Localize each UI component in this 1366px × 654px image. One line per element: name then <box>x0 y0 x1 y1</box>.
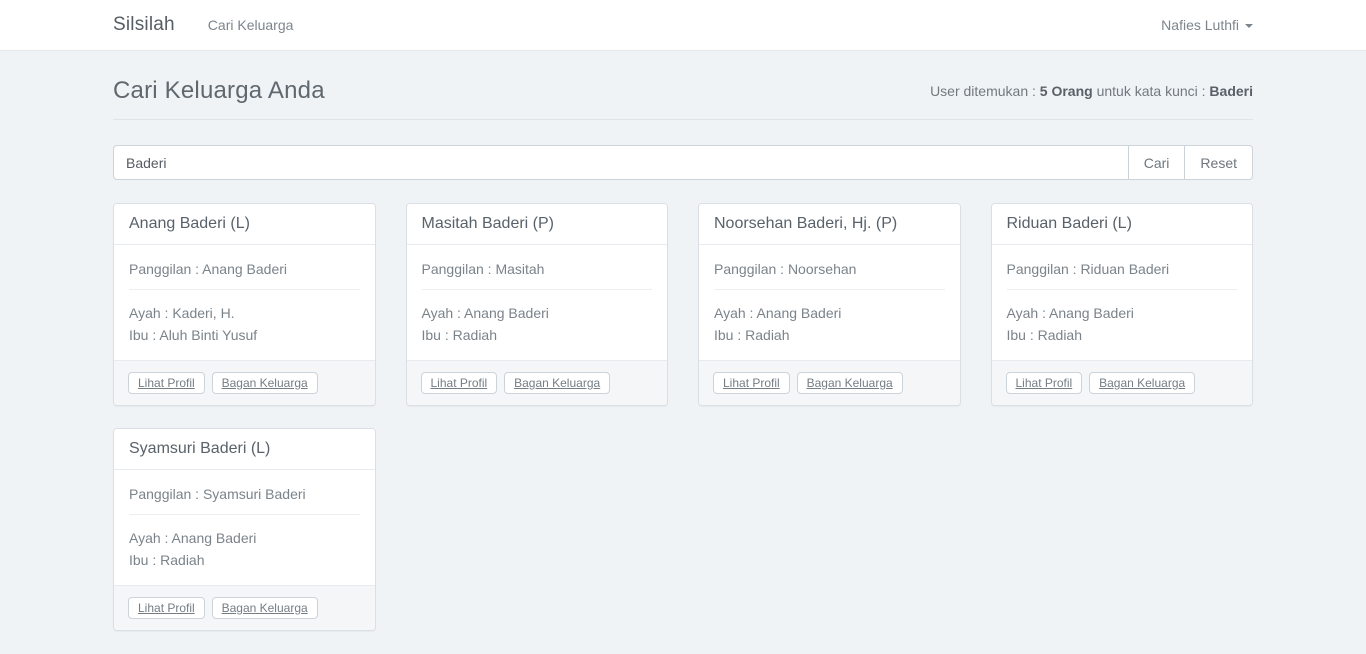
view-profile-button[interactable]: Lihat Profil <box>128 372 205 394</box>
person-name: Noorsehan Baderi, Hj. (P) <box>714 215 945 233</box>
person-card-body: Panggilan : Noorsehan Ayah : Anang Bader… <box>699 245 960 360</box>
person-mother: Ibu : Aluh Binti Yusuf <box>129 324 360 346</box>
view-profile-button[interactable]: Lihat Profil <box>421 372 498 394</box>
search-form: Cari Reset <box>113 145 1253 180</box>
result-card-col: Masitah Baderi (P) Panggilan : Masitah A… <box>391 203 684 406</box>
person-card-header: Noorsehan Baderi, Hj. (P) <box>699 204 960 245</box>
view-profile-button[interactable]: Lihat Profil <box>713 372 790 394</box>
person-father: Ayah : Anang Baderi <box>129 527 360 549</box>
person-card: Noorsehan Baderi, Hj. (P) Panggilan : No… <box>698 203 961 406</box>
person-card-footer: Lihat Profil Bagan Keluarga <box>407 360 668 405</box>
navbar: Silsilah Cari Keluarga Nafies Luthfi <box>0 0 1366 51</box>
person-mother: Ibu : Radiah <box>129 549 360 571</box>
nav-item-cari-keluarga[interactable]: Cari Keluarga <box>208 17 294 33</box>
person-name: Syamsuri Baderi (L) <box>129 440 360 458</box>
person-card-footer: Lihat Profil Bagan Keluarga <box>992 360 1253 405</box>
person-name: Anang Baderi (L) <box>129 215 360 233</box>
result-middle: untuk kata kunci : <box>1093 83 1210 99</box>
person-card-footer: Lihat Profil Bagan Keluarga <box>699 360 960 405</box>
user-dropdown[interactable]: Nafies Luthfi <box>1161 17 1253 33</box>
person-card-body: Panggilan : Riduan Baderi Ayah : Anang B… <box>992 245 1253 360</box>
person-card-body: Panggilan : Anang Baderi Ayah : Kaderi, … <box>114 245 375 360</box>
person-card-header: Anang Baderi (L) <box>114 204 375 245</box>
person-card-body: Panggilan : Masitah Ayah : Anang Baderi … <box>407 245 668 360</box>
search-submit-button[interactable]: Cari <box>1128 145 1186 180</box>
page-title: Cari Keluarga Anda <box>113 77 325 105</box>
family-chart-button[interactable]: Bagan Keluarga <box>797 372 903 394</box>
results-grid: Anang Baderi (L) Panggilan : Anang Bader… <box>98 203 1268 653</box>
person-mother: Ibu : Radiah <box>714 324 945 346</box>
brand-logo[interactable]: Silsilah <box>113 14 175 36</box>
main-content: Cari Keluarga Anda User ditemukan : 5 Or… <box>98 77 1268 653</box>
family-chart-button[interactable]: Bagan Keluarga <box>212 372 318 394</box>
result-card-col: Anang Baderi (L) Panggilan : Anang Bader… <box>98 203 391 406</box>
person-card: Anang Baderi (L) Panggilan : Anang Bader… <box>113 203 376 406</box>
person-nickname: Panggilan : Syamsuri Baderi <box>129 486 360 502</box>
person-nickname: Panggilan : Riduan Baderi <box>1007 261 1238 277</box>
person-nickname: Panggilan : Anang Baderi <box>129 261 360 277</box>
person-card-body: Panggilan : Syamsuri Baderi Ayah : Anang… <box>114 470 375 585</box>
person-card-header: Masitah Baderi (P) <box>407 204 668 245</box>
user-dropdown-label: Nafies Luthfi <box>1161 17 1239 33</box>
divider <box>1007 289 1238 290</box>
person-card-header: Syamsuri Baderi (L) <box>114 429 375 470</box>
person-name: Masitah Baderi (P) <box>422 215 653 233</box>
person-father: Ayah : Anang Baderi <box>1007 302 1238 324</box>
result-count: 5 Orang <box>1040 83 1093 99</box>
divider <box>129 514 360 515</box>
family-chart-button[interactable]: Bagan Keluarga <box>1089 372 1195 394</box>
page-header: Cari Keluarga Anda User ditemukan : 5 Or… <box>113 77 1253 120</box>
caret-down-icon <box>1245 24 1253 28</box>
person-card-footer: Lihat Profil Bagan Keluarga <box>114 585 375 630</box>
result-card-col: Noorsehan Baderi, Hj. (P) Panggilan : No… <box>683 203 976 406</box>
family-chart-button[interactable]: Bagan Keluarga <box>212 597 318 619</box>
family-chart-button[interactable]: Bagan Keluarga <box>504 372 610 394</box>
result-card-col: Riduan Baderi (L) Panggilan : Riduan Bad… <box>976 203 1269 406</box>
person-name: Riduan Baderi (L) <box>1007 215 1238 233</box>
result-prefix: User ditemukan : <box>930 83 1040 99</box>
divider <box>129 289 360 290</box>
person-card: Syamsuri Baderi (L) Panggilan : Syamsuri… <box>113 428 376 631</box>
person-card-header: Riduan Baderi (L) <box>992 204 1253 245</box>
person-father: Ayah : Kaderi, H. <box>129 302 360 324</box>
search-reset-button[interactable]: Reset <box>1184 145 1253 180</box>
person-mother: Ibu : Radiah <box>422 324 653 346</box>
person-nickname: Panggilan : Masitah <box>422 261 653 277</box>
person-nickname: Panggilan : Noorsehan <box>714 261 945 277</box>
search-input[interactable] <box>113 145 1129 180</box>
result-card-col: Syamsuri Baderi (L) Panggilan : Syamsuri… <box>98 428 391 631</box>
person-card: Riduan Baderi (L) Panggilan : Riduan Bad… <box>991 203 1254 406</box>
result-keyword: Baderi <box>1209 83 1253 99</box>
search-result-summary: User ditemukan : 5 Orang untuk kata kunc… <box>930 83 1253 99</box>
person-father: Ayah : Anang Baderi <box>714 302 945 324</box>
person-card: Masitah Baderi (P) Panggilan : Masitah A… <box>406 203 669 406</box>
view-profile-button[interactable]: Lihat Profil <box>128 597 205 619</box>
view-profile-button[interactable]: Lihat Profil <box>1006 372 1083 394</box>
divider <box>714 289 945 290</box>
divider <box>422 289 653 290</box>
person-father: Ayah : Anang Baderi <box>422 302 653 324</box>
person-card-footer: Lihat Profil Bagan Keluarga <box>114 360 375 405</box>
person-mother: Ibu : Radiah <box>1007 324 1238 346</box>
